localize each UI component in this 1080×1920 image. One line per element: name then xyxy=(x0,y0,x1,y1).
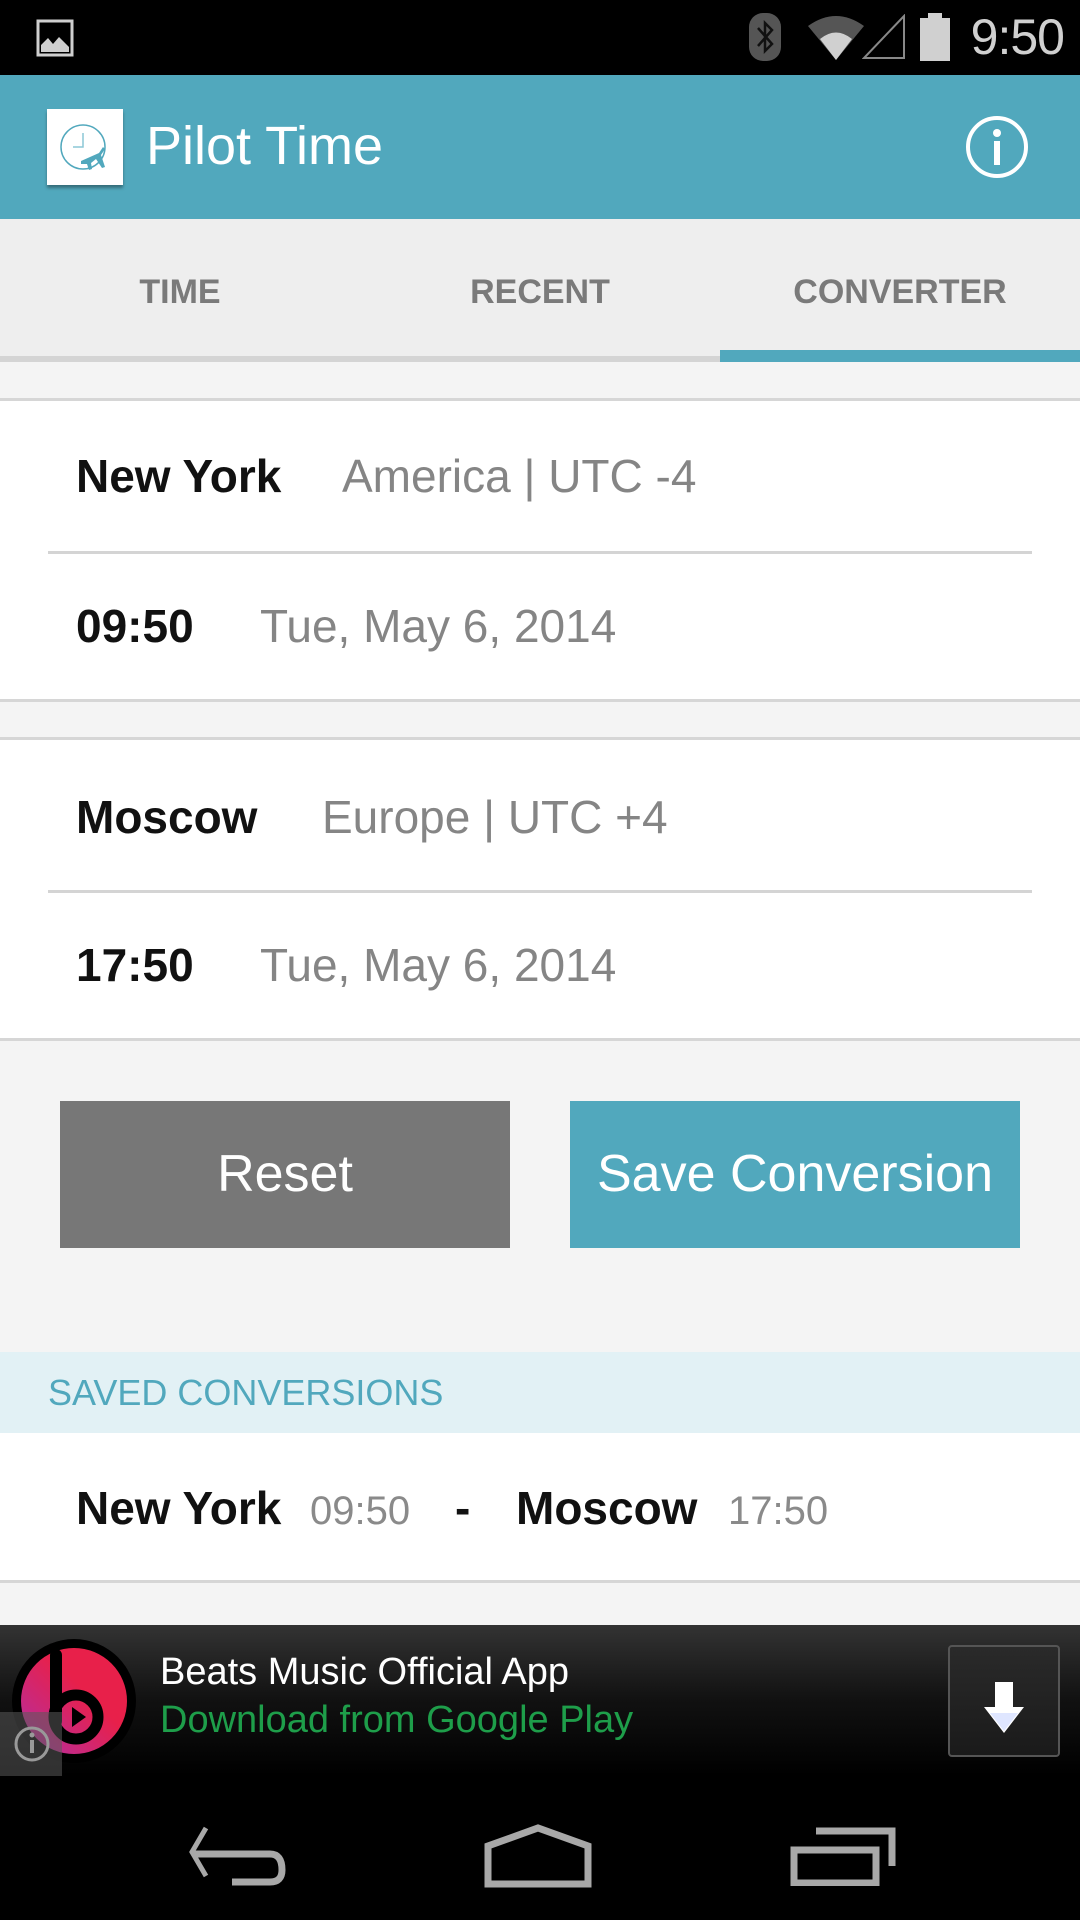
ad-subtitle: Download from Google Play xyxy=(160,1699,634,1741)
app-title: Pilot Time xyxy=(146,116,384,176)
status-time: 9:50 xyxy=(970,9,1065,65)
app-bar: Pilot Time xyxy=(0,75,1080,219)
bluetooth-icon xyxy=(749,13,781,61)
saved-conversions-header: SAVED CONVERSIONS xyxy=(0,1352,1080,1433)
reset-button[interactable]: Reset xyxy=(60,1101,510,1248)
cell-signal-icon xyxy=(862,14,905,59)
from-time-row[interactable]: 09:50 Tue, May 6, 2014 xyxy=(0,554,1080,702)
saved-to-time: 17:50 xyxy=(728,1489,829,1533)
from-location-card: New York America | UTC -4 09:50 Tue, May… xyxy=(0,398,1080,702)
wifi-icon xyxy=(808,16,864,60)
from-region: America | UTC -4 xyxy=(342,450,697,502)
tab-bar: TIME RECENT CONVERTER xyxy=(0,219,1080,362)
to-time-row[interactable]: 17:50 Tue, May 6, 2014 xyxy=(0,893,1080,1041)
info-button[interactable] xyxy=(965,115,1029,179)
tab-recent[interactable]: RECENT xyxy=(360,219,720,362)
app-logo xyxy=(47,109,123,185)
battery-icon xyxy=(920,13,950,61)
ad-info-icon xyxy=(14,1726,50,1762)
ad-info-badge[interactable] xyxy=(0,1712,62,1776)
saved-separator: - xyxy=(455,1482,471,1534)
saved-conversion-item[interactable]: New York 09:50 - Moscow 17:50 xyxy=(0,1433,1080,1583)
to-city: Moscow xyxy=(76,791,258,843)
status-bar: 9:50 xyxy=(0,0,1080,75)
clock-plane-logo-icon xyxy=(60,124,106,170)
back-icon[interactable] xyxy=(186,1826,294,1886)
navigation-bar xyxy=(0,1776,1080,1920)
tab-selected-indicator xyxy=(720,350,1080,362)
to-location-card: Moscow Europe | UTC +4 17:50 Tue, May 6,… xyxy=(0,737,1080,1041)
saved-from-city: New York xyxy=(76,1482,282,1534)
saved-from-time: 09:50 xyxy=(310,1489,411,1533)
recents-icon[interactable] xyxy=(790,1826,896,1886)
saved-conversions-title: SAVED CONVERSIONS xyxy=(48,1372,444,1413)
ad-download-button[interactable] xyxy=(948,1645,1060,1757)
ad-banner[interactable]: Beats Music Official App Download from G… xyxy=(0,1625,1080,1776)
from-date: Tue, May 6, 2014 xyxy=(260,600,617,652)
from-city: New York xyxy=(76,450,282,502)
from-time: 09:50 xyxy=(76,600,194,652)
tab-time[interactable]: TIME xyxy=(0,219,360,362)
from-city-row[interactable]: New York America | UTC -4 xyxy=(0,401,1080,549)
ad-title: Beats Music Official App xyxy=(160,1651,570,1693)
save-conversion-button[interactable]: Save Conversion xyxy=(570,1101,1020,1248)
download-arrow-icon xyxy=(984,1682,1024,1733)
to-time: 17:50 xyxy=(76,939,194,991)
saved-to-city: Moscow xyxy=(516,1482,698,1534)
home-icon[interactable] xyxy=(484,1824,594,1888)
to-city-row[interactable]: Moscow Europe | UTC +4 xyxy=(0,740,1080,888)
tab-converter[interactable]: CONVERTER xyxy=(720,219,1080,362)
gallery-notification-icon xyxy=(36,19,74,57)
to-date: Tue, May 6, 2014 xyxy=(260,939,617,991)
info-icon xyxy=(966,116,1028,178)
to-region: Europe | UTC +4 xyxy=(322,791,668,843)
